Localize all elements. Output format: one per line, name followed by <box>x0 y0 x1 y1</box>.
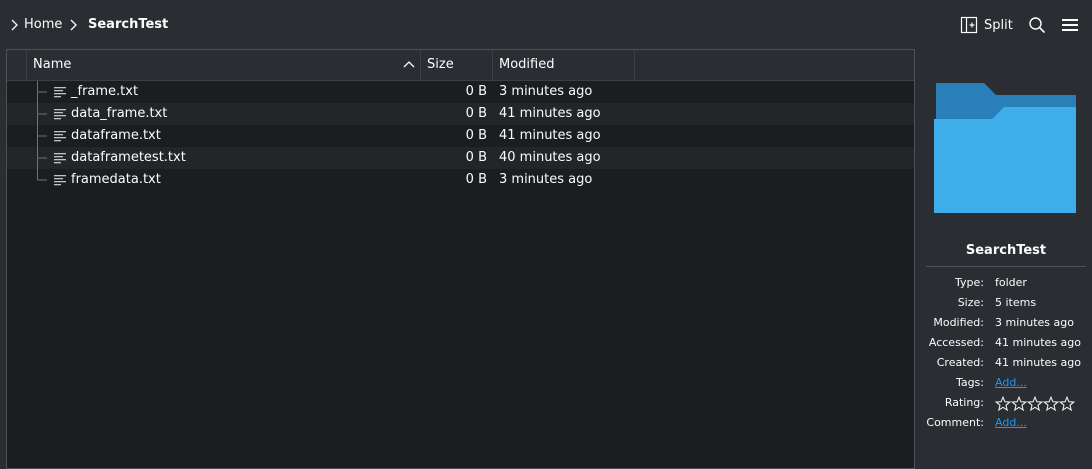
metadata-value: 5 items <box>995 296 1037 309</box>
tree-branch-line <box>37 81 47 103</box>
metadata-row: Modified: 3 minutes ago <box>920 313 1092 333</box>
metadata-label: Accessed: <box>928 336 984 349</box>
tree-branch-line <box>37 125 47 147</box>
metadata-row: Size: 5 items <box>920 293 1092 313</box>
metadata-row: Created: 41 minutes ago <box>920 353 1092 373</box>
file-modified: 40 minutes ago <box>499 150 601 165</box>
column-separator <box>492 50 493 80</box>
column-name-header[interactable]: Name <box>33 50 421 80</box>
metadata-value: 41 minutes ago <box>995 336 1081 349</box>
search-icon <box>1029 17 1046 34</box>
table-row[interactable]: dataframetest.txt 0 B 40 minutes ago <box>7 147 914 169</box>
information-panel: SearchTest Type: folder Size: 5 items Modifi… <box>920 49 1092 466</box>
table-row[interactable]: data_frame.txt 0 B 41 minutes ago <box>7 103 914 125</box>
file-list-view[interactable]: Name Size Modified _frame.txt 0 B 3 minute… <box>6 49 915 469</box>
metadata-label: Size: <box>957 296 984 309</box>
file-name: dataframetest.txt <box>71 150 186 165</box>
file-modified: 41 minutes ago <box>499 128 601 143</box>
metadata-value: 41 minutes ago <box>995 356 1081 369</box>
text-file-icon <box>54 131 66 142</box>
star-icon[interactable] <box>1011 396 1027 412</box>
table-row[interactable]: dataframe.txt 0 B 41 minutes ago <box>7 125 914 147</box>
file-size: 0 B <box>465 128 487 143</box>
search-button[interactable] <box>1028 12 1046 38</box>
metadata-label: Comment: <box>926 416 984 429</box>
split-button[interactable]: Split <box>960 12 1013 38</box>
sort-ascending-icon <box>403 61 415 68</box>
column-header: Name Size Modified <box>7 50 914 81</box>
file-size: 0 B <box>465 150 487 165</box>
breadcrumb-current[interactable]: SearchTest <box>88 16 168 34</box>
metadata-value: 3 minutes ago <box>995 316 1074 329</box>
tree-branch-line <box>37 147 47 169</box>
text-file-icon <box>54 87 66 98</box>
file-name: dataframe.txt <box>71 128 161 143</box>
file-name: framedata.txt <box>71 172 161 187</box>
metadata-row: Comment: Add... <box>920 413 1092 433</box>
add-link[interactable]: Add... <box>995 373 1027 393</box>
file-name: _frame.txt <box>71 84 139 99</box>
column-size-header[interactable]: Size <box>427 50 493 80</box>
metadata-row: Accessed: 41 minutes ago <box>920 333 1092 353</box>
metadata-label: Modified: <box>933 316 984 329</box>
split-view-icon <box>960 16 978 34</box>
tree-branch-line <box>37 169 47 181</box>
hamburger-menu-button[interactable] <box>1061 12 1079 38</box>
metadata-row: Type: folder <box>920 273 1092 293</box>
metadata-row: Rating: <box>920 393 1092 413</box>
text-file-icon <box>54 175 66 186</box>
file-modified: 3 minutes ago <box>499 172 593 187</box>
panel-title: SearchTest <box>965 243 1047 258</box>
column-separator <box>420 50 421 80</box>
metadata-row: Tags: Add... <box>920 373 1092 393</box>
column-modified-header[interactable]: Modified <box>499 50 633 80</box>
folder-icon <box>934 83 1076 213</box>
star-icon[interactable] <box>995 396 1011 412</box>
tree-branch-line <box>37 103 47 125</box>
chevron-right-icon[interactable] <box>8 17 22 33</box>
table-row[interactable]: framedata.txt 0 B 3 minutes ago <box>7 169 914 191</box>
file-size: 0 B <box>465 84 487 99</box>
metadata-label: Rating: <box>944 396 984 409</box>
star-icon[interactable] <box>1027 396 1043 412</box>
hamburger-menu-icon <box>1062 19 1078 31</box>
file-modified: 41 minutes ago <box>499 106 601 121</box>
add-link[interactable]: Add... <box>995 413 1027 433</box>
metadata-label: Tags: <box>955 376 984 389</box>
metadata-label: Created: <box>936 356 984 369</box>
panel-divider <box>926 266 1086 267</box>
file-size: 0 B <box>465 172 487 187</box>
star-icon[interactable] <box>1059 396 1075 412</box>
text-file-icon <box>54 153 66 164</box>
table-row[interactable]: _frame.txt 0 B 3 minutes ago <box>7 81 914 103</box>
toolbar: Home SearchTest Split <box>0 0 1092 49</box>
split-label: Split <box>984 17 1013 33</box>
star-icon[interactable] <box>1043 396 1059 412</box>
file-name: data_frame.txt <box>71 106 168 121</box>
file-modified: 3 minutes ago <box>499 84 593 99</box>
chevron-right-icon <box>70 19 77 31</box>
column-name-label: Name <box>33 57 72 72</box>
column-separator <box>26 50 27 80</box>
breadcrumb-home[interactable]: Home <box>24 16 62 34</box>
file-size: 0 B <box>465 106 487 121</box>
text-file-icon <box>54 109 66 120</box>
metadata-label: Type: <box>955 276 984 289</box>
metadata-value: folder <box>995 276 1027 289</box>
column-separator <box>634 50 635 80</box>
